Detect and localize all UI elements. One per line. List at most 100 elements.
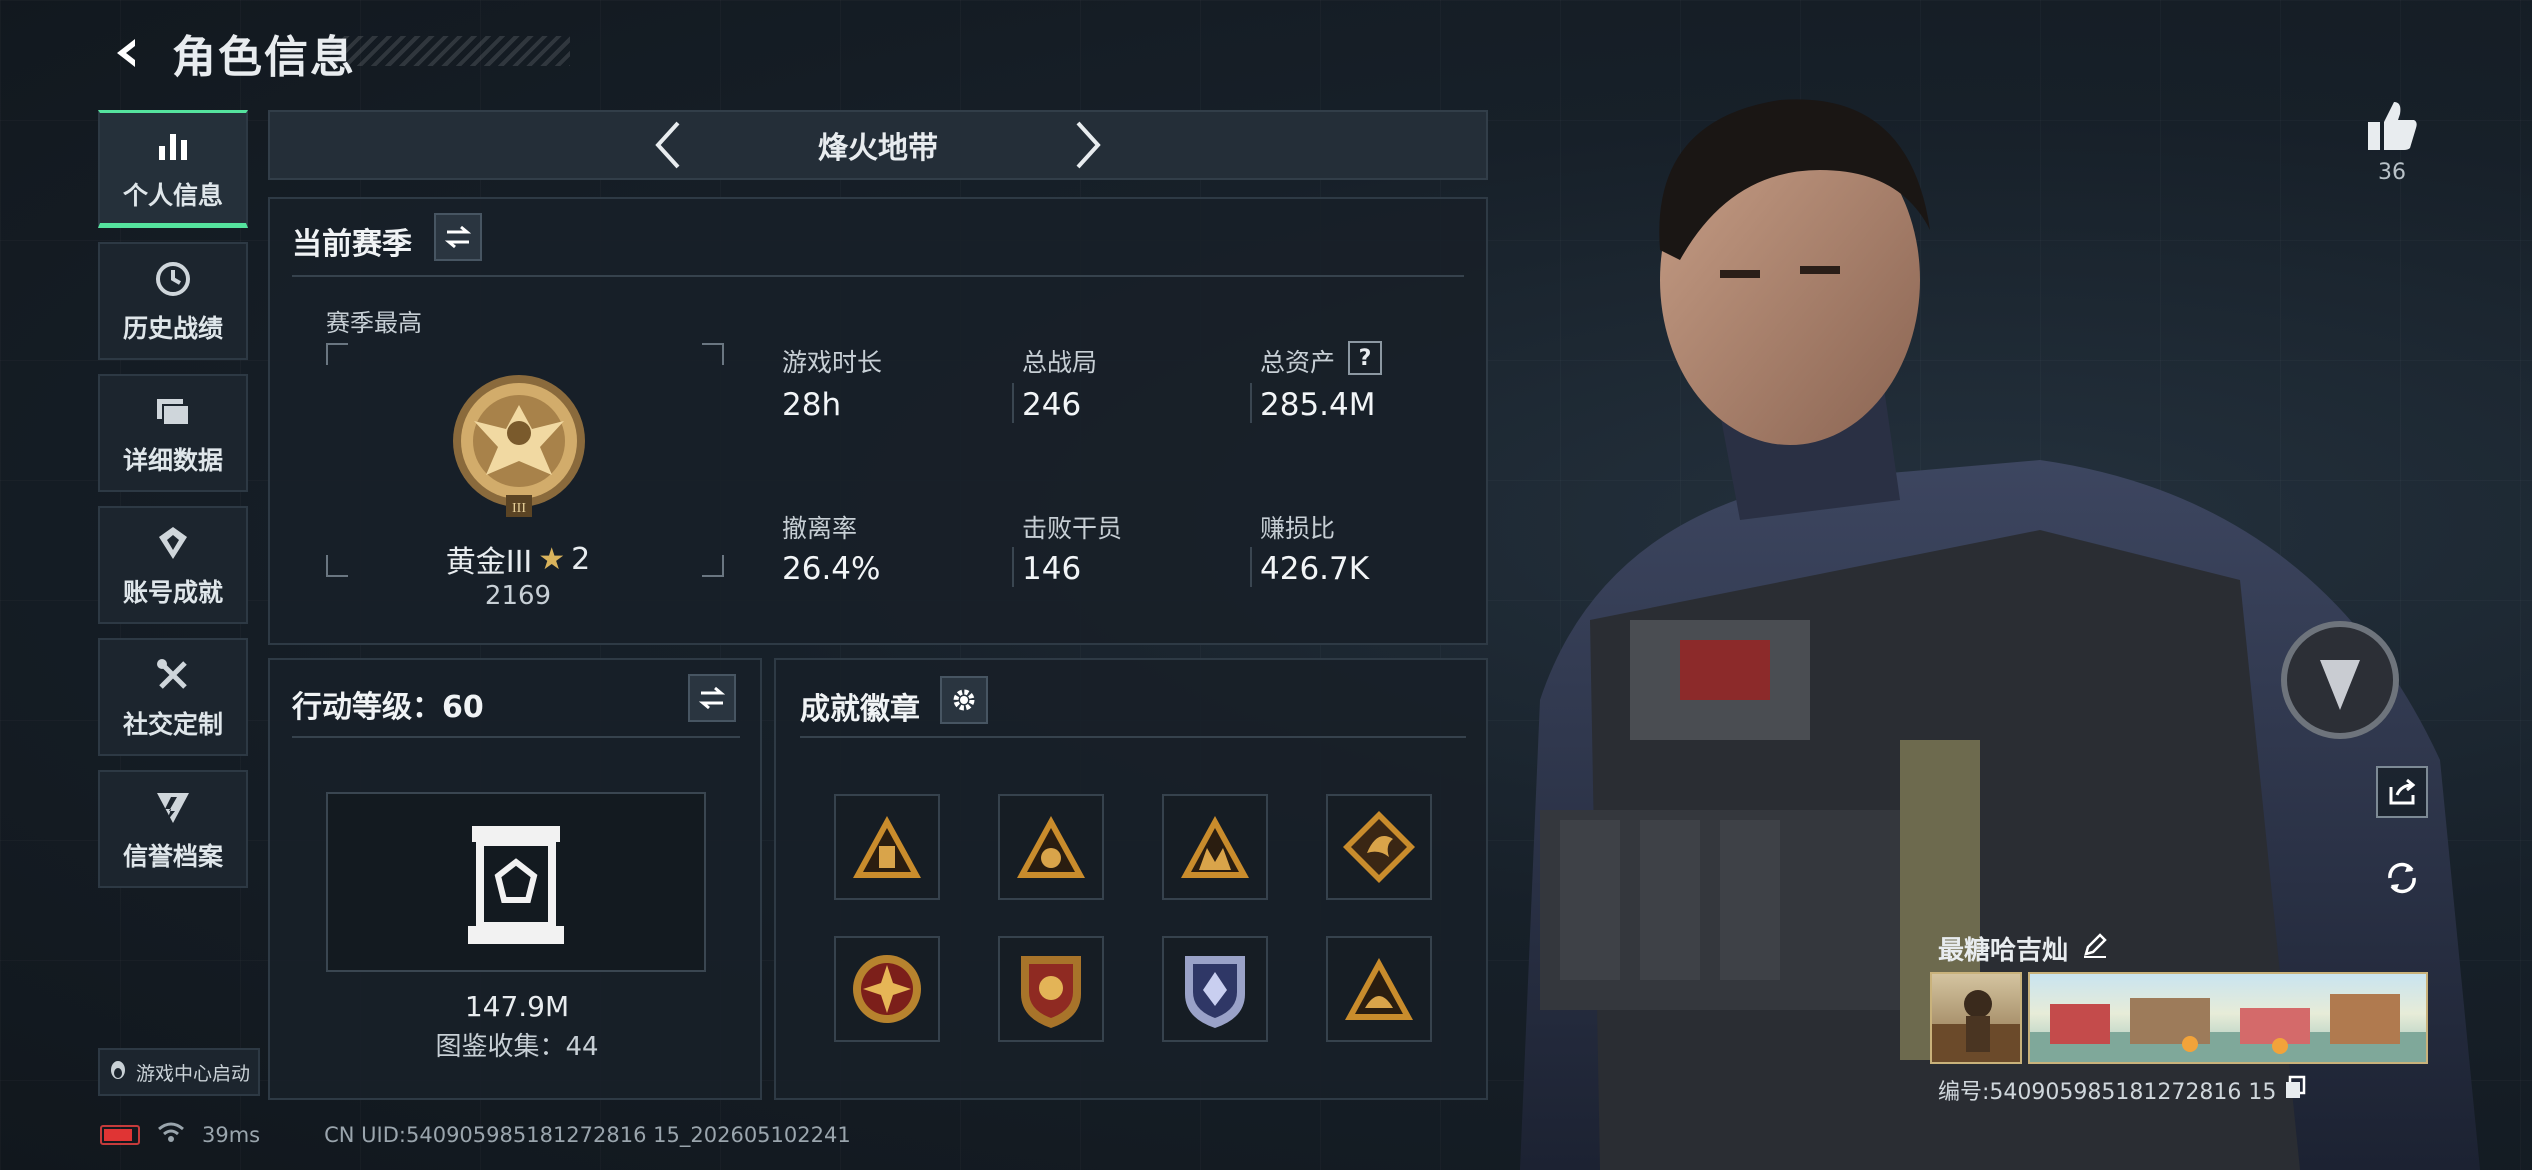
- game-center-launch-button[interactable]: 游戏中心启动: [98, 1048, 260, 1096]
- player-name: 最糖哈吉灿: [1938, 936, 2069, 966]
- triangle-badge-icon: [1345, 958, 1413, 1020]
- sidebar-item-label: 个人信息: [122, 181, 223, 210]
- achievement-icon: [151, 521, 195, 565]
- badge-item[interactable]: [998, 936, 1104, 1042]
- stat-label-kills: 击败干员: [1022, 514, 1123, 543]
- title-decoration: [330, 36, 570, 66]
- frame-corner: [326, 343, 348, 365]
- stat-label-playtime: 游戏时长: [782, 348, 883, 377]
- wifi-icon: [156, 1120, 186, 1149]
- action-level-swap-button[interactable]: [688, 674, 736, 722]
- star-icon: ★: [538, 541, 566, 577]
- badge-item[interactable]: [834, 794, 940, 900]
- folders-icon: [151, 389, 195, 433]
- sidebar-item-label: 信誉档案: [122, 842, 223, 871]
- battery-icon: [100, 1124, 140, 1145]
- badge-item[interactable]: [1162, 794, 1268, 900]
- page-header: 角色信息: [100, 18, 356, 88]
- stat-separator: [1012, 547, 1014, 587]
- frame-corner: [702, 343, 724, 365]
- sidebar-item-personal-info[interactable]: 个人信息: [98, 110, 248, 228]
- sidebar-item-achievements[interactable]: 账号成就: [98, 506, 248, 624]
- season-panel: 当前赛季 赛季最高 III 黄金III ★ 2 2169 游戏时长 28h 总战…: [268, 197, 1488, 645]
- action-level-panel: 行动等级：60 147.9M 图鉴收集：44: [268, 658, 762, 1100]
- uid-text: CN UID:540905985181272816 15_20260510224…: [324, 1122, 851, 1147]
- stat-separator: [1250, 383, 1252, 423]
- sidebar-item-label: 历史战绩: [122, 314, 223, 343]
- copy-icon[interactable]: [2284, 1075, 2306, 1105]
- stat-value-profit-ratio: 426.7K: [1260, 551, 1370, 587]
- collection-label: 图鉴收集：44: [435, 1032, 599, 1062]
- badges-panel: 成就徽章: [774, 658, 1488, 1100]
- compass-badge-icon: [853, 955, 921, 1023]
- stat-label-profit-ratio: 赚损比: [1260, 514, 1336, 543]
- like-count: 36: [2378, 160, 2406, 185]
- svg-text:III: III: [512, 501, 526, 516]
- season-swap-button[interactable]: [434, 213, 482, 261]
- stat-value-playtime: 28h: [782, 387, 842, 423]
- triangle-badge-icon: [1017, 816, 1085, 878]
- mode-name: 烽火地带: [818, 131, 938, 166]
- season-best-label: 赛季最高: [326, 309, 422, 337]
- sidebar-item-label: 详细数据: [122, 446, 223, 475]
- history-icon: [151, 257, 195, 301]
- collection-display[interactable]: [326, 792, 706, 972]
- sidebar-item-history[interactable]: 历史战绩: [98, 242, 248, 360]
- player-name-row: 最糖哈吉灿: [1938, 930, 2108, 967]
- badge-item[interactable]: [998, 794, 1104, 900]
- edit-icon[interactable]: [2082, 932, 2108, 965]
- bar-chart-icon: [151, 124, 195, 168]
- stat-label-extract-rate: 撤离率: [782, 514, 858, 543]
- stat-separator: [1012, 383, 1014, 423]
- mode-selector: 烽火地带: [268, 110, 1488, 180]
- triangle-badge-icon: [1181, 816, 1249, 878]
- triangle-badge-icon: [853, 816, 921, 878]
- season-divider: [292, 275, 1464, 277]
- player-id: 编号:540905985181272816 15: [1938, 1080, 2277, 1105]
- rank-name: 黄金III: [445, 545, 533, 580]
- like-widget: 36: [2352, 100, 2432, 185]
- sidebar-item-label: 账号成就: [122, 578, 223, 607]
- action-level-divider: [292, 736, 740, 738]
- status-bar: 39ms CN UID:540905985181272816 15_202605…: [100, 1120, 851, 1149]
- rotate-button[interactable]: [2376, 852, 2428, 904]
- help-icon[interactable]: ?: [1348, 341, 1382, 375]
- page-title: 角色信息: [172, 32, 356, 83]
- sidebar-item-details[interactable]: 详细数据: [98, 374, 248, 492]
- badges-title: 成就徽章: [800, 692, 920, 727]
- swap-icon: [698, 686, 726, 710]
- launcher-label: 游戏中心启动: [135, 1062, 250, 1085]
- back-icon[interactable]: [100, 26, 154, 80]
- badge-item[interactable]: [1326, 794, 1432, 900]
- stat-label-matches: 总战局: [1022, 348, 1098, 377]
- sidebar-item-label: 社交定制: [122, 710, 223, 739]
- player-id-row: 编号:540905985181272816 15: [1938, 1074, 2306, 1106]
- stat-value-matches: 246: [1022, 387, 1082, 423]
- name-card-banner[interactable]: [2028, 972, 2428, 1064]
- thumbs-up-icon[interactable]: [2352, 100, 2432, 156]
- rank-score: 2169: [484, 581, 552, 611]
- stat-value-kills: 146: [1022, 551, 1082, 587]
- share-button[interactable]: [2376, 766, 2428, 818]
- rank-emblem-icon: III: [444, 369, 594, 529]
- mode-next-button[interactable]: [1058, 115, 1118, 175]
- action-level-title: 行动等级：60: [292, 690, 484, 725]
- badges-settings-button[interactable]: [940, 676, 988, 724]
- badges-divider: [800, 736, 1466, 738]
- collection-value: 147.9M: [464, 990, 570, 1023]
- stat-value-extract-rate: 26.4%: [782, 551, 881, 587]
- mode-prev-button[interactable]: [638, 115, 698, 175]
- badge-item[interactable]: [834, 936, 940, 1042]
- rank-info: 黄金III ★ 2: [330, 537, 706, 581]
- dragon-badge-icon: [1343, 811, 1415, 883]
- avatar-banner[interactable]: [1930, 972, 2022, 1064]
- sidebar: 个人信息 历史战绩 详细数据 账号成就 社交定制 信誉档案: [98, 110, 248, 902]
- sidebar-item-social[interactable]: 社交定制: [98, 638, 248, 756]
- badge-item[interactable]: [1162, 936, 1268, 1042]
- stat-value-assets: 285.4M: [1260, 387, 1376, 423]
- ping-value: 39ms: [202, 1122, 261, 1147]
- badge-item[interactable]: [1326, 936, 1432, 1042]
- sidebar-item-credit[interactable]: 信誉档案: [98, 770, 248, 888]
- stat-separator: [1250, 547, 1252, 587]
- gear-icon: [953, 689, 975, 711]
